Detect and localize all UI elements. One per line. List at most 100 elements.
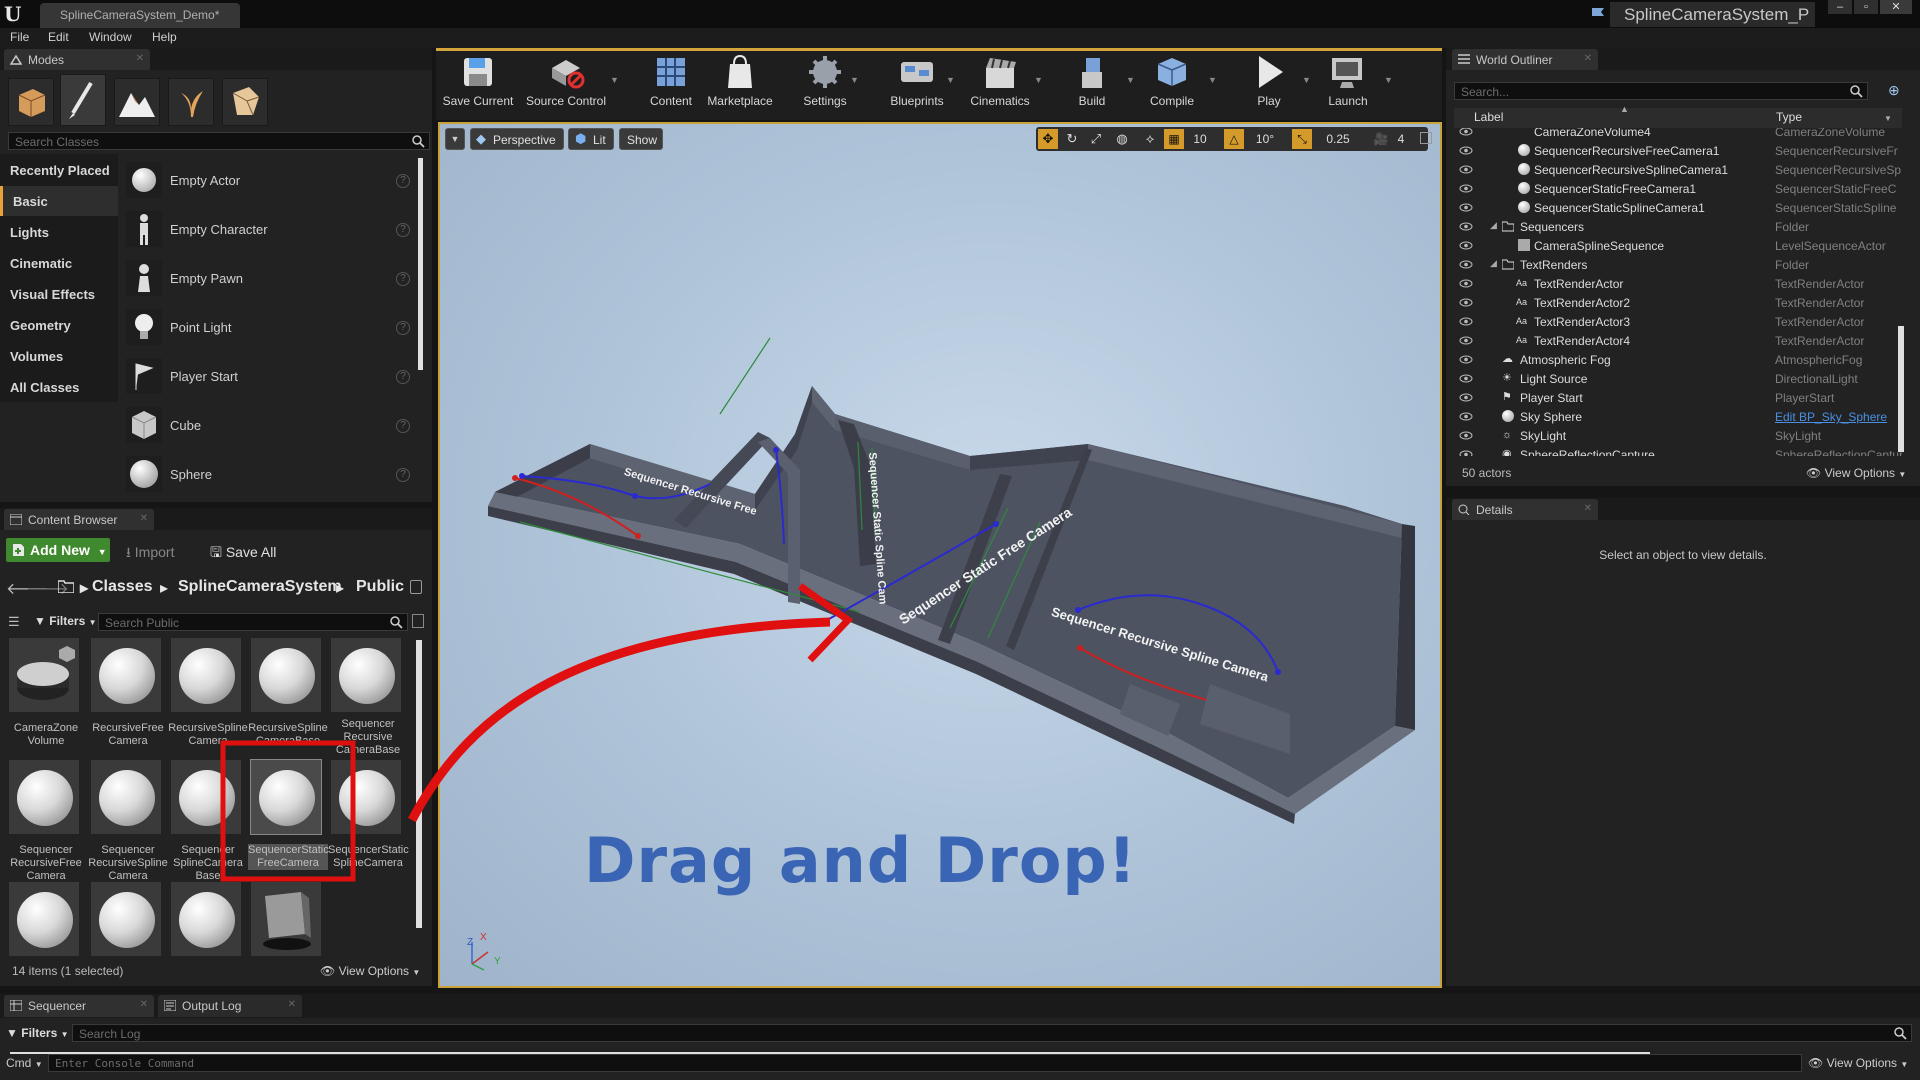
menu-help[interactable]: Help <box>152 30 177 44</box>
eye-icon[interactable] <box>1459 165 1473 174</box>
outliner-row[interactable]: CameraZoneVolume4 CameraZoneVolume <box>1454 128 1902 141</box>
geometry-mode-button[interactable] <box>222 78 268 126</box>
eye-icon[interactable] <box>1459 355 1473 364</box>
outliner-row[interactable]: SequencerStaticSplineCamera1 SequencerSt… <box>1454 198 1902 217</box>
modes-scrollbar[interactable] <box>418 158 423 370</box>
log-filters-button[interactable]: ▼ Filters ▼ <box>6 1026 69 1040</box>
outliner-row[interactable]: Sky Sphere Edit BP_Sky_Sphere <box>1454 407 1902 426</box>
place-item-sphere[interactable]: Sphere ? <box>122 452 418 498</box>
chevron-down-icon[interactable]: ▼ <box>946 75 955 85</box>
place-item-point-light[interactable]: Point Light ? <box>122 305 418 351</box>
eye-icon[interactable] <box>1459 184 1473 193</box>
col-label-header[interactable]: Label <box>1474 110 1503 124</box>
filters-button[interactable]: ▼ Filters ▼ <box>34 614 97 628</box>
asset-sequencer-recursive-spline-camera[interactable]: Sequencer RecursiveSpline Camera <box>88 760 168 882</box>
close-tab-icon[interactable]: ✕ <box>140 513 148 524</box>
asset-sphere-unlabeled[interactable] <box>6 882 82 956</box>
search-log-input[interactable]: Search Log <box>72 1024 1912 1042</box>
play-button[interactable]: Play <box>1240 54 1298 112</box>
blueprints-button[interactable]: Blueprints <box>880 54 954 112</box>
outliner-row[interactable]: ⚑ Player Start PlayerStart <box>1454 388 1902 407</box>
sources-toggle-icon[interactable]: ☰ <box>8 614 20 630</box>
asset-sequencer-recursive-free-camera[interactable]: Sequencer RecursiveFree Camera <box>6 760 82 882</box>
outliner-row[interactable]: ☀ Light Source DirectionalLight <box>1454 369 1902 388</box>
console-command-input[interactable]: Enter Console Command <box>48 1054 1802 1072</box>
outliner-row[interactable]: SequencerRecursiveSplineCamera1 Sequence… <box>1454 160 1902 179</box>
eye-icon[interactable] <box>1459 222 1473 231</box>
chevron-down-icon[interactable]: ▼ <box>850 75 859 85</box>
outliner-scrollbar[interactable] <box>1898 326 1904 452</box>
help-icon[interactable]: ? <box>396 370 410 384</box>
place-item-empty-pawn[interactable]: Empty Pawn ? <box>122 256 418 302</box>
landscape-mode-button[interactable] <box>114 78 160 126</box>
help-icon[interactable]: ? <box>396 468 410 482</box>
compile-button[interactable]: Compile <box>1146 54 1198 112</box>
view-options-button[interactable]: 👁 View Options ▼ <box>320 964 420 978</box>
asset-recursive-spline-camera-base[interactable]: RecursiveSpline CameraBase <box>248 638 328 756</box>
eye-icon[interactable] <box>1459 450 1473 456</box>
outliner-folder-row[interactable]: ◢ Sequencers Folder <box>1454 217 1902 236</box>
category-all-classes[interactable]: All Classes <box>0 372 118 402</box>
category-recently-placed[interactable]: Recently Placed <box>0 155 118 185</box>
asset-camera-zone-volume[interactable]: CameraZone Volume <box>6 638 82 756</box>
asset-recursive-spline-camera[interactable]: RecursiveSpline Camera <box>168 638 248 756</box>
eye-icon[interactable] <box>1459 298 1473 307</box>
outliner-row[interactable]: ☁ Atmospheric Fog AtmosphericFog <box>1454 350 1902 369</box>
outliner-row[interactable]: Aa TextRenderActor3 TextRenderActor <box>1454 312 1902 331</box>
chevron-down-icon[interactable]: ▼ <box>1302 75 1311 85</box>
cmd-dropdown[interactable]: Cmd ▼ <box>6 1056 43 1070</box>
content-button[interactable]: Content <box>640 54 702 112</box>
eye-icon[interactable] <box>1459 336 1473 345</box>
category-volumes[interactable]: Volumes <box>0 341 118 371</box>
category-cinematic[interactable]: Cinematic <box>0 248 118 278</box>
log-view-options-button[interactable]: 👁 View Options ▼ <box>1808 1056 1908 1070</box>
add-filter-icon[interactable]: ⊕ <box>1888 82 1900 99</box>
outliner-row[interactable]: Aa TextRenderActor4 TextRenderActor <box>1454 331 1902 350</box>
edit-blueprint-link[interactable]: Edit BP_Sky_Sphere <box>1775 410 1902 424</box>
tab-output-log[interactable]: Output Log ✕ <box>158 995 302 1017</box>
eye-icon[interactable] <box>1459 431 1473 440</box>
minimize-icon[interactable]: – <box>1828 0 1852 14</box>
eye-icon[interactable] <box>1459 393 1473 402</box>
menu-edit[interactable]: Edit <box>48 30 69 44</box>
build-button[interactable]: Build <box>1066 54 1118 112</box>
chevron-down-icon[interactable]: ▼ <box>610 75 619 85</box>
outliner-row[interactable]: SequencerRecursiveFreeCamera1 SequencerR… <box>1454 141 1902 160</box>
eye-icon[interactable] <box>1459 374 1473 383</box>
tab-world-outliner[interactable]: World Outliner ✕ <box>1452 49 1598 70</box>
cinematics-button[interactable]: Cinematics <box>962 54 1038 112</box>
place-mode-button[interactable] <box>8 78 54 126</box>
tab-details[interactable]: Details ✕ <box>1452 499 1598 520</box>
search-classes-input[interactable]: Search Classes <box>8 132 430 150</box>
save-all-button[interactable]: 🖫 Save All <box>210 542 276 566</box>
path-classes[interactable]: Classes <box>92 578 153 596</box>
outliner-row[interactable]: SequencerStaticFreeCamera1 SequencerStat… <box>1454 179 1902 198</box>
place-item-empty-character[interactable]: Empty Character ? <box>122 207 418 253</box>
help-icon[interactable]: ? <box>396 223 410 237</box>
outliner-row[interactable]: ☼ SkyLight SkyLight <box>1454 426 1902 445</box>
close-tab-icon[interactable]: ✕ <box>288 999 296 1010</box>
chevron-down-icon[interactable]: ▼ <box>1034 75 1043 85</box>
outliner-row[interactable]: CameraSplineSequence LevelSequenceActor <box>1454 236 1902 255</box>
tab-modes[interactable]: Modes ✕ <box>4 49 150 70</box>
menu-window[interactable]: Window <box>89 30 132 44</box>
tab-content-browser[interactable]: Content Browser ✕ <box>4 509 154 530</box>
close-tab-icon[interactable]: ✕ <box>1584 53 1592 64</box>
place-item-cube[interactable]: Cube ? <box>122 403 418 449</box>
place-item-empty-actor[interactable]: Empty Actor ? <box>122 158 418 204</box>
close-icon[interactable]: ✕ <box>1880 0 1912 14</box>
asset-level-sequence[interactable] <box>248 882 324 956</box>
source-control-button[interactable]: Source Control <box>520 54 612 112</box>
outliner-view-options-button[interactable]: 👁 View Options ▼ <box>1806 466 1906 480</box>
outliner-row[interactable]: Aa TextRenderActor TextRenderActor <box>1454 274 1902 293</box>
asset-recursive-free-camera[interactable]: RecursiveFree Camera <box>88 638 164 756</box>
asset-sphere-unlabeled[interactable] <box>168 882 244 956</box>
eye-icon[interactable] <box>1459 146 1473 155</box>
category-lights[interactable]: Lights <box>0 217 118 247</box>
unreal-logo-icon[interactable]: U <box>4 2 30 26</box>
maximize-icon[interactable]: ▫ <box>1854 0 1878 14</box>
add-new-button[interactable]: Add New ▼ <box>6 538 110 562</box>
asset-sphere-unlabeled[interactable] <box>88 882 164 956</box>
menu-file[interactable]: File <box>10 30 29 44</box>
level-tab[interactable]: SplineCameraSystem_Demo* <box>40 3 240 28</box>
